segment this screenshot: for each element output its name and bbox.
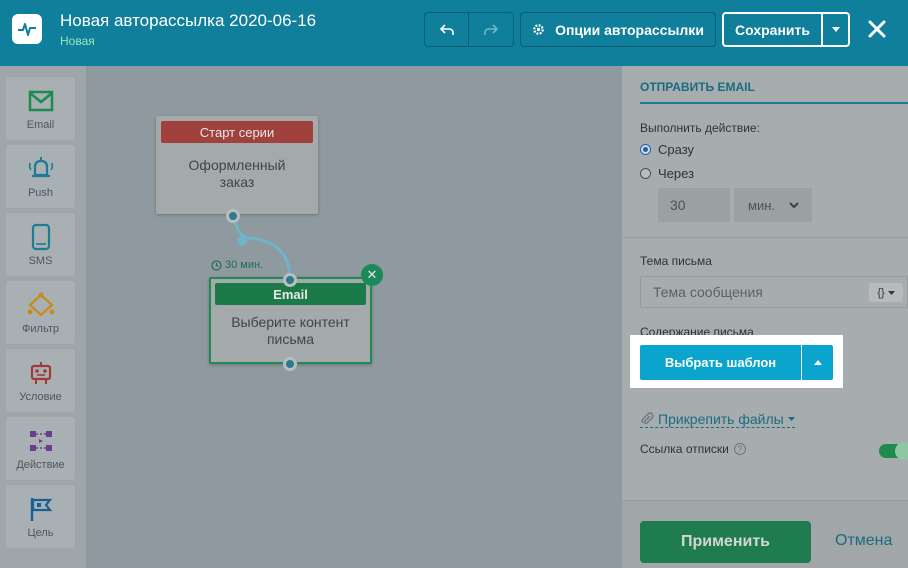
palette-item-condition[interactable]: Условие — [6, 349, 75, 412]
caret-down-icon — [831, 27, 840, 32]
delete-node-button[interactable]: ✕ — [361, 264, 383, 286]
app-logo[interactable] — [12, 14, 42, 44]
subject-placeholder: Тема сообщения — [653, 284, 763, 300]
braces-icon: {} — [877, 286, 885, 299]
campaign-options-button[interactable]: Опции авторассылки — [520, 12, 716, 47]
filter-icon — [26, 290, 56, 320]
campaign-options-label: Опции авторассылки — [555, 21, 704, 38]
help-icon[interactable]: ? — [733, 443, 746, 455]
email-node-output-port[interactable] — [283, 357, 297, 371]
palette-item-label: SMS — [28, 255, 53, 267]
email-node-input-port[interactable] — [283, 273, 297, 287]
paperclip-icon — [641, 412, 654, 425]
page-title: Новая авторассылка 2020-06-16 — [60, 11, 317, 30]
delay-text: 30 мин. — [225, 259, 264, 271]
caret-down-icon — [787, 417, 795, 421]
email-node[interactable]: Email Выберите контент письма — [209, 277, 372, 364]
radio-label: Через — [658, 166, 695, 181]
radio-after[interactable]: Через — [640, 166, 694, 181]
palette-item-label: Условие — [19, 391, 62, 403]
delay-unit-value: мин. — [748, 197, 775, 213]
palette-item-label: Фильтр — [22, 323, 59, 335]
save-dropdown-button[interactable] — [823, 14, 848, 45]
action-label: Выполнить действие: — [640, 121, 760, 135]
save-button-group: Сохранить — [722, 12, 850, 47]
palette-item-label: Цель — [27, 527, 54, 539]
subject-input[interactable]: Тема сообщения {} — [640, 276, 908, 308]
caret-down-icon — [887, 290, 895, 295]
bell-icon — [26, 154, 56, 184]
undo-button[interactable] — [424, 12, 469, 47]
radio-label: Сразу — [658, 142, 695, 157]
status-label: Новая — [60, 34, 95, 48]
choose-template-dropdown[interactable] — [802, 345, 833, 380]
unsubscribe-label: Ссылка отписки — [640, 442, 729, 456]
radio-unchecked-icon — [640, 168, 651, 179]
delay-unit-select[interactable]: мин. — [734, 188, 812, 222]
panel-title: ОТПРАВИТЬ EMAIL — [640, 80, 908, 104]
start-node[interactable]: Старт серии Оформленный заказ — [156, 116, 318, 214]
close-icon: ✕ — [366, 267, 378, 282]
attach-files-label: Прикрепить файлы — [658, 411, 784, 427]
email-node-body: Выберите контент письма — [231, 314, 350, 347]
envelope-icon — [26, 86, 56, 116]
top-bar: Новая авторассылка 2020-06-16 Новая Опци… — [0, 0, 908, 66]
divider — [622, 237, 908, 238]
radio-checked-icon — [640, 144, 651, 155]
gear-icon — [533, 24, 544, 35]
pulse-icon — [18, 23, 36, 36]
phone-icon — [26, 222, 56, 252]
flag-icon — [26, 494, 56, 524]
undo-icon — [439, 23, 454, 35]
apply-button[interactable]: Применить — [640, 521, 811, 563]
start-node-header: Старт серии — [161, 121, 313, 143]
insert-variable-button[interactable]: {} — [869, 283, 903, 302]
redo-icon — [484, 23, 498, 35]
palette-item-push[interactable]: Push — [6, 145, 75, 208]
save-button[interactable]: Сохранить — [724, 14, 823, 45]
caret-up-icon — [813, 360, 822, 365]
start-node-body: Оформленный заказ — [188, 157, 286, 190]
subject-label: Тема письма — [640, 254, 712, 268]
workflow-canvas[interactable]: Старт серии Оформленный заказ 30 мин. Em… — [88, 66, 622, 568]
delay-value-input[interactable]: 30 — [658, 188, 730, 222]
element-palette: Email Push SMS Фильтр Условие Действие Ц… — [0, 66, 87, 568]
unsubscribe-row: Ссылка отписки ? — [640, 442, 746, 456]
palette-item-filter[interactable]: Фильтр — [6, 281, 75, 344]
close-icon — [868, 20, 886, 38]
chevron-down-icon — [789, 201, 799, 208]
start-node-output-port[interactable] — [226, 209, 240, 223]
palette-item-label: Push — [27, 187, 54, 199]
palette-item-sms[interactable]: SMS — [6, 213, 75, 276]
workflow-icon — [26, 426, 56, 456]
radio-immediately[interactable]: Сразу — [640, 142, 694, 157]
palette-item-label: Действие — [16, 459, 65, 471]
palette-item-action[interactable]: Действие — [6, 417, 75, 480]
redo-button[interactable] — [468, 12, 514, 47]
palette-item-email[interactable]: Email — [6, 77, 75, 140]
robot-icon — [26, 358, 56, 388]
delay-label[interactable]: 30 мин. — [211, 259, 263, 271]
palette-item-label: Email — [26, 119, 55, 131]
cancel-link[interactable]: Отмена — [835, 532, 892, 550]
panel-footer: Применить Отмена — [622, 500, 908, 568]
clock-icon — [211, 259, 222, 271]
choose-template-button[interactable]: Выбрать шаблон — [640, 345, 801, 380]
properties-panel: ОТПРАВИТЬ EMAIL Выполнить действие: Сраз… — [622, 66, 908, 568]
close-button[interactable] — [864, 16, 890, 42]
palette-item-goal[interactable]: Цель — [6, 485, 75, 548]
unsubscribe-toggle[interactable] — [879, 442, 908, 460]
attach-files-link[interactable]: Прикрепить файлы — [640, 411, 795, 428]
